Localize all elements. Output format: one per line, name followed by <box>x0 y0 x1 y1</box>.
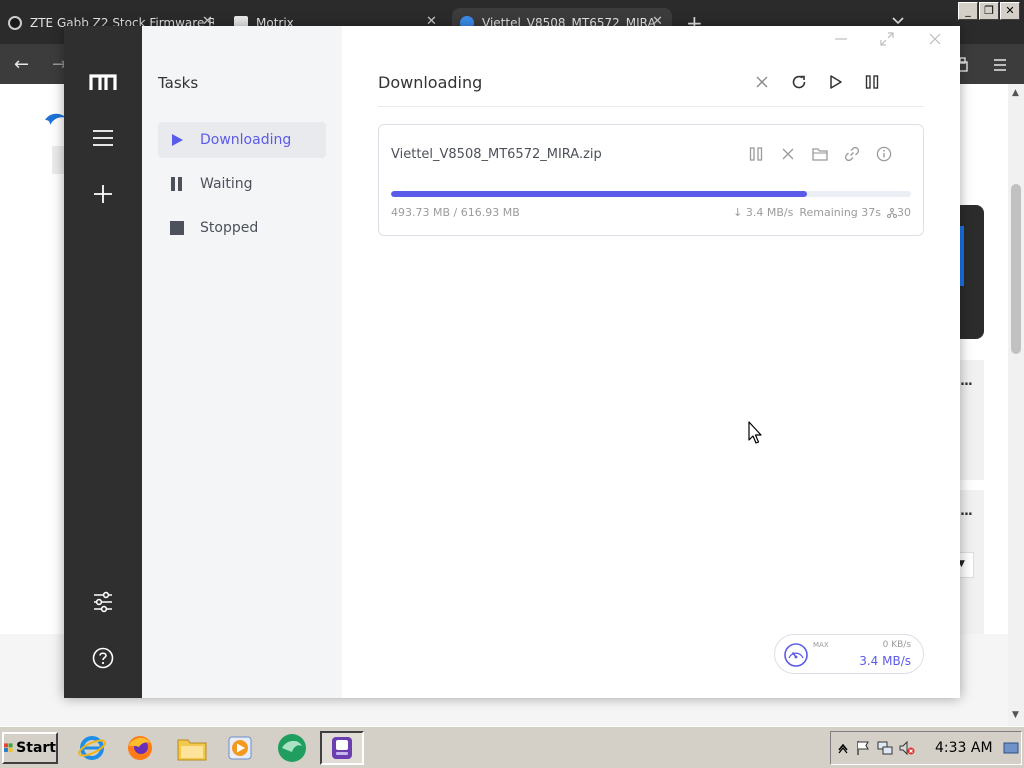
action-center-flag-icon[interactable] <box>855 740 871 756</box>
scroll-down-icon[interactable]: ▼ <box>1012 710 1019 720</box>
task-item[interactable]: Viettel_V8508_MT6572_MIRA.zip 493.73 MB … <box>378 124 924 236</box>
window-controls: _ ❐ ✕ <box>958 2 1020 20</box>
play-icon <box>170 132 186 148</box>
task-stats: ↓ 3.4 MB/s Remaining 37s 30 <box>733 206 911 219</box>
menu-hamburger-icon[interactable] <box>992 57 1008 73</box>
site-favicon-icon <box>8 16 22 30</box>
start-button[interactable]: Start <box>2 732 58 764</box>
stop-icon <box>170 220 186 236</box>
back-arrow-icon[interactable]: ← <box>14 54 29 75</box>
pause-icon <box>170 176 186 192</box>
app-sidebar <box>64 26 142 698</box>
task-content-panel: Downloading Viettel_V8508_MT6572_MIRA.zi… <box>342 26 960 698</box>
app-close-icon[interactable] <box>928 32 942 46</box>
subnav-item-stopped[interactable]: Stopped <box>158 210 326 246</box>
subnav-item-waiting[interactable]: Waiting <box>158 166 326 202</box>
os-taskbar: Start 4:33 AM <box>0 726 1024 768</box>
help-question-icon[interactable] <box>89 644 117 672</box>
subnav-title: Tasks <box>158 74 199 92</box>
clock-text: 4:33 AM <box>935 740 993 756</box>
more-options-icon[interactable]: ... <box>960 374 973 389</box>
firefox-icon[interactable] <box>118 731 162 765</box>
delete-tasks-close-icon[interactable] <box>752 72 772 92</box>
show-hidden-icons-chevron-icon[interactable] <box>835 740 851 756</box>
page-scrollbar[interactable]: ▲ ▼ <box>1008 84 1024 726</box>
open-folder-icon[interactable] <box>811 145 829 163</box>
task-info-icon[interactable] <box>875 145 893 163</box>
task-file-name: Viettel_V8508_MT6572_MIRA.zip <box>391 147 602 162</box>
scroll-thumb[interactable] <box>1011 184 1021 354</box>
app-maximize-icon[interactable] <box>880 32 894 46</box>
volume-muted-icon[interactable] <box>899 740 915 756</box>
scroll-up-icon[interactable]: ▲ <box>1012 88 1019 98</box>
media-player-icon[interactable] <box>218 731 262 765</box>
connections-text: 30 <box>897 206 911 219</box>
delete-task-close-icon[interactable] <box>779 145 797 163</box>
motrix-window: Tasks Downloading Waiting Stopped Downlo… <box>64 26 960 698</box>
telegram-app-icon[interactable] <box>270 731 314 765</box>
more-options-icon[interactable]: ... <box>960 504 973 519</box>
subnav-item-downloading[interactable]: Downloading <box>158 122 326 158</box>
file-explorer-icon[interactable] <box>170 731 214 765</box>
download-speed-total-text: 3.4 MB/s <box>859 654 911 668</box>
system-tray: 4:33 AM <box>830 731 1022 765</box>
mouse-cursor-icon <box>748 421 762 444</box>
refresh-icon[interactable] <box>789 72 809 92</box>
network-icon[interactable] <box>877 740 893 756</box>
copy-link-icon[interactable] <box>843 145 861 163</box>
resume-all-play-icon[interactable] <box>826 72 846 92</box>
speedometer[interactable]: MAX 0 KB/s 3.4 MB/s <box>774 634 924 674</box>
add-task-plus-icon[interactable] <box>89 180 117 208</box>
upload-speed-text: 0 KB/s <box>882 640 911 650</box>
internet-explorer-icon[interactable] <box>70 731 114 765</box>
app-minimize-icon[interactable] <box>834 32 848 46</box>
pause-task-icon[interactable] <box>747 145 765 163</box>
speedometer-gauge-icon <box>784 643 808 667</box>
speed-limit-label: MAX <box>813 641 829 649</box>
subnav-item-label: Downloading <box>200 132 292 148</box>
restore-button[interactable]: ❐ <box>979 2 999 20</box>
motrix-taskbar-icon[interactable] <box>320 731 364 765</box>
page-title: Downloading <box>378 73 483 92</box>
task-progress-fill <box>391 191 807 197</box>
windows-flag-icon <box>4 743 13 752</box>
task-list-menu-icon[interactable] <box>89 124 117 152</box>
subnav-item-label: Stopped <box>200 220 259 236</box>
side-accent-bar <box>960 226 964 286</box>
connections-icon <box>887 207 897 218</box>
subnav-item-label: Waiting <box>200 176 253 192</box>
connections-count: 30 <box>887 206 911 219</box>
task-progress-bar <box>391 191 911 197</box>
pause-all-icon[interactable] <box>862 72 882 92</box>
preferences-sliders-icon[interactable] <box>89 588 117 616</box>
remaining-time-text: Remaining 37s <box>799 206 881 219</box>
download-speed-text: ↓ 3.4 MB/s <box>733 206 794 219</box>
header-divider <box>378 106 924 107</box>
task-size-text: 493.73 MB / 616.93 MB <box>391 206 520 219</box>
motrix-logo-icon[interactable] <box>89 68 117 96</box>
close-window-button[interactable]: ✕ <box>1000 2 1020 20</box>
side-card: ... <box>960 360 984 480</box>
start-label: Start <box>16 740 56 756</box>
show-desktop-icon[interactable] <box>1003 740 1019 756</box>
tasks-subnav: Tasks Downloading Waiting Stopped <box>142 26 342 698</box>
minimize-button[interactable]: _ <box>958 2 978 20</box>
